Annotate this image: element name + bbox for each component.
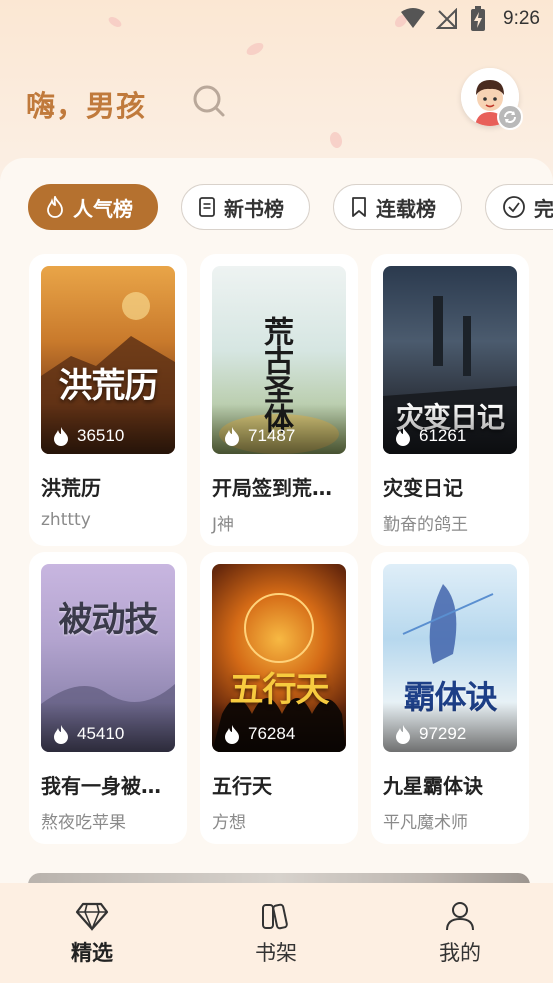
nav-label: 精选 <box>71 941 113 965</box>
status-time: 9:26 <box>503 8 540 29</box>
tab-label: 完 <box>534 196 553 221</box>
heat-value: 71487 <box>248 426 296 445</box>
search-button[interactable] <box>191 83 227 119</box>
person-icon <box>446 902 474 931</box>
book-author: 勤奋的鸽王 <box>383 515 468 535</box>
search-icon <box>193 85 225 117</box>
book-card[interactable]: 荒古圣体 71487 开局签到荒… J神 <box>200 254 358 546</box>
heat-value: 97292 <box>419 724 467 743</box>
flame-icon <box>47 196 63 218</box>
tab-new-books[interactable]: 新书榜 <box>181 184 310 230</box>
books-icon <box>262 903 288 930</box>
ranking-tabs: 人气榜 新书榜 连载榜 完 <box>28 184 553 232</box>
book-card[interactable]: 五行天 76284 五行天 方想 <box>200 552 358 844</box>
book-author: J神 <box>212 515 235 535</box>
heat-count: 71487 <box>224 426 295 446</box>
tab-popular[interactable]: 人气榜 <box>28 184 158 230</box>
fire-icon <box>225 725 239 744</box>
book-cover: 霸体诀 97292 <box>383 564 517 752</box>
status-bar: 9:26 <box>0 0 553 40</box>
switch-account-badge[interactable] <box>497 104 523 130</box>
book-title: 我有一身被… <box>41 774 161 798</box>
cover-title: 被动技 <box>58 600 159 640</box>
heat-value: 61261 <box>419 426 467 445</box>
tab-label: 新书榜 <box>224 196 284 221</box>
diamond-icon <box>75 902 109 932</box>
nav-mine[interactable]: 我的 <box>420 901 500 967</box>
document-icon <box>199 197 215 217</box>
tab-label: 连载榜 <box>376 196 436 221</box>
book-cover: 灾变日记 61261 <box>383 266 517 454</box>
bottom-nav: 精选 书架 我的 <box>0 883 553 983</box>
tab-serializing[interactable]: 连载榜 <box>333 184 462 230</box>
heat-value: 76284 <box>248 724 296 743</box>
nav-label: 我的 <box>439 941 481 965</box>
tab-completed[interactable]: 完 <box>485 184 553 230</box>
fire-icon <box>396 725 410 744</box>
book-cover: 被动技 45410 <box>41 564 175 752</box>
check-circle-icon <box>503 196 525 218</box>
nav-featured[interactable]: 精选 <box>52 901 132 967</box>
greeting-title: 嗨，男孩 <box>26 89 147 123</box>
nav-label: 书架 <box>255 941 297 965</box>
book-title: 五行天 <box>212 774 272 798</box>
no-signal-icon <box>436 8 457 29</box>
book-title: 洪荒历 <box>41 476 101 500</box>
battery-charging-icon <box>471 6 485 31</box>
book-card[interactable]: 洪荒历 36510 洪荒历 zhttty <box>29 254 187 546</box>
avatar-button[interactable] <box>461 68 523 130</box>
book-author: 方想 <box>212 813 246 833</box>
book-card[interactable]: 霸体诀 97292 九星霸体诀 平凡魔术师 <box>371 552 529 844</box>
book-title: 开局签到荒… <box>212 476 332 500</box>
book-title: 灾变日记 <box>383 476 463 500</box>
book-cover: 洪荒历 36510 <box>41 266 175 454</box>
wifi-icon <box>401 8 425 28</box>
book-title: 九星霸体诀 <box>383 774 483 798</box>
book-card[interactable]: 被动技 45410 我有一身被… 熬夜吃苹果 <box>29 552 187 844</box>
book-cover: 五行天 76284 <box>212 564 346 752</box>
book-card[interactable]: 灾变日记 61261 灾变日记 勤奋的鸽王 <box>371 254 529 546</box>
heat-count: 36510 <box>53 426 124 446</box>
tab-label: 人气榜 <box>73 196 133 221</box>
heat-count: 97292 <box>395 724 466 744</box>
nav-bookshelf[interactable]: 书架 <box>236 901 316 967</box>
book-author: 平凡魔术师 <box>383 813 468 833</box>
book-author: zhttty <box>41 510 91 530</box>
heat-value: 45410 <box>77 724 125 743</box>
fire-icon <box>225 427 239 446</box>
cover-title: 洪荒历 <box>58 366 159 406</box>
book-cover: 荒古圣体 71487 <box>212 266 346 454</box>
bookmark-icon <box>352 197 366 217</box>
heat-value: 36510 <box>77 426 125 445</box>
heat-count: 45410 <box>53 724 124 744</box>
sync-icon <box>504 111 516 123</box>
fire-icon <box>54 725 68 744</box>
heat-count: 76284 <box>224 724 295 744</box>
heat-count: 61261 <box>395 426 466 446</box>
fire-icon <box>54 427 68 446</box>
fire-icon <box>396 427 410 446</box>
book-author: 熬夜吃苹果 <box>41 813 126 833</box>
